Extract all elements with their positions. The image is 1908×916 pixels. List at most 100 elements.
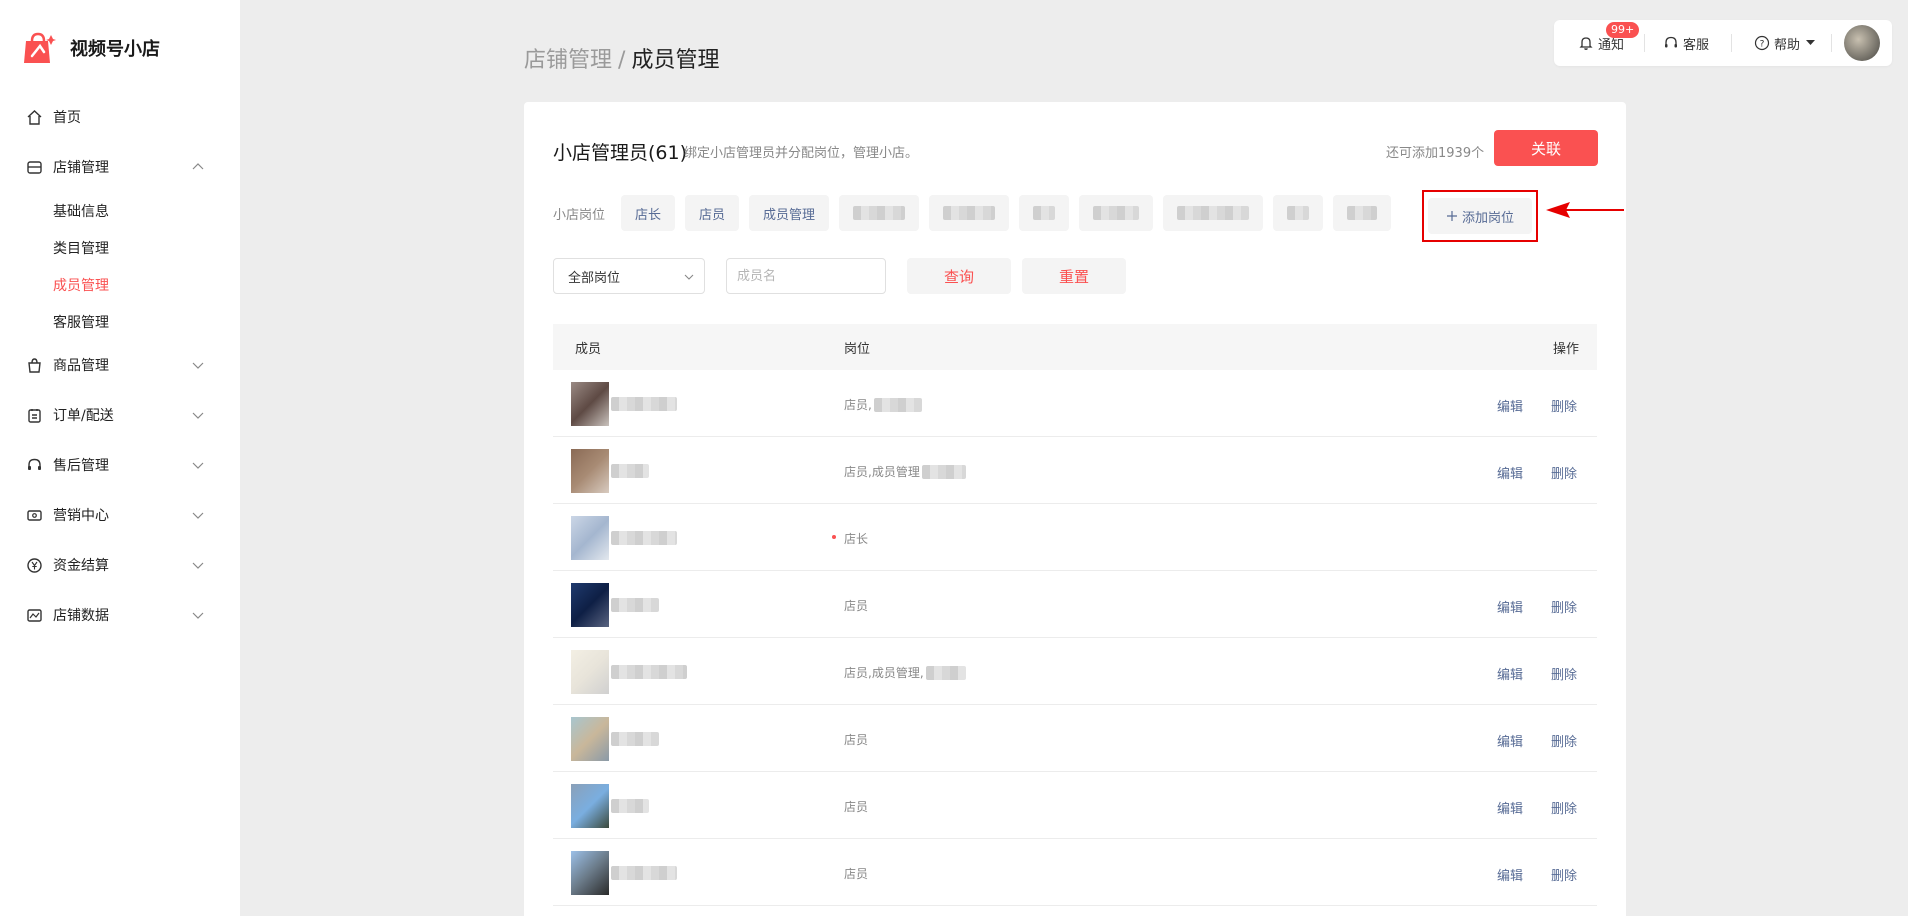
divider — [1644, 34, 1646, 52]
sidebar-item-after-sales[interactable]: 售后管理 — [0, 440, 240, 490]
add-position-button[interactable]: 添加岗位 — [1422, 190, 1538, 242]
sidebar-item-home[interactable]: 首页 — [0, 92, 240, 142]
sidebar-subitem-basic-info[interactable]: 基础信息 — [0, 192, 240, 229]
reset-button[interactable]: 重置 — [1022, 258, 1126, 294]
member-avatar — [571, 851, 609, 895]
position-tag-redacted[interactable] — [839, 195, 920, 231]
member-name-redacted — [611, 598, 659, 612]
position-tag-redacted[interactable] — [1333, 195, 1392, 231]
notification-button[interactable]: 通知 99+ — [1578, 21, 1640, 53]
position-tag-redacted[interactable] — [1019, 195, 1070, 231]
sidebar-item-label: 商品管理 — [53, 358, 109, 374]
table-row: 店员 编辑 删除 — [553, 571, 1597, 638]
sidebar-item-label: 资金结算 — [53, 558, 109, 574]
chevron-down-icon — [191, 408, 205, 422]
position-select[interactable]: 全部岗位 — [553, 258, 705, 294]
edit-button[interactable]: 编辑 — [1497, 463, 1523, 482]
remaining-count: 还可添加1939个 — [1386, 146, 1485, 161]
sidebar-item-store-data[interactable]: 店铺数据 — [0, 590, 240, 640]
ticket-icon — [25, 506, 43, 524]
page-subtitle: 绑定小店管理员并分配岗位，管理小店。 — [684, 146, 919, 161]
position-tag-redacted[interactable] — [1273, 195, 1324, 231]
member-position: 店员 — [844, 800, 869, 814]
delete-button[interactable]: 删除 — [1551, 396, 1577, 415]
notification-badge: 99+ — [1606, 21, 1640, 38]
position-tags: 小店岗位 店长 店员 成员管理 — [553, 195, 1401, 231]
position-tag-member-admin[interactable]: 成员管理 — [749, 195, 830, 231]
sidebar-item-label: 首页 — [53, 110, 81, 126]
page-title: 小店管理员(61) — [553, 142, 688, 164]
sidebar-item-orders[interactable]: 订单/配送 — [0, 390, 240, 440]
headset-icon — [25, 456, 43, 474]
help-label: 帮助 — [1774, 37, 1801, 53]
delete-button[interactable]: 删除 — [1551, 731, 1577, 750]
delete-button[interactable]: 删除 — [1551, 865, 1577, 884]
help-circle-icon: ? — [1754, 35, 1770, 51]
position-tag-manager[interactable]: 店长 — [621, 195, 676, 231]
delete-button[interactable]: 删除 — [1551, 798, 1577, 817]
member-avatar — [571, 717, 609, 761]
member-position: 店员 — [844, 867, 869, 881]
member-cell — [571, 650, 687, 694]
table-row: 店长 — [553, 504, 1597, 571]
chevron-down-icon — [191, 608, 205, 622]
sidebar-subitem-customer-service[interactable]: 客服管理 — [0, 303, 240, 340]
add-position-label: 添加岗位 — [1461, 210, 1514, 226]
breadcrumb-current: 成员管理 — [631, 48, 720, 73]
chevron-down-icon — [191, 508, 205, 522]
edit-button[interactable]: 编辑 — [1497, 597, 1523, 616]
position-tag-redacted[interactable] — [929, 195, 1010, 231]
member-cell — [571, 851, 677, 895]
sidebar-subitem-members[interactable]: 成员管理 — [0, 266, 240, 303]
sidebar-item-store-management[interactable]: 店铺管理 — [0, 142, 240, 192]
member-name-input[interactable] — [726, 258, 886, 294]
sidebar-item-label: 营销中心 — [53, 508, 109, 524]
app-logo[interactable]: 视频号小店 — [20, 30, 160, 66]
position-tag-clerk[interactable]: 店员 — [685, 195, 740, 231]
delete-button[interactable]: 删除 — [1551, 597, 1577, 616]
sidebar-item-marketing[interactable]: 营销中心 — [0, 490, 240, 540]
member-name-redacted — [611, 866, 677, 880]
member-cell — [571, 449, 649, 493]
sidebar-subitem-category[interactable]: 类目管理 — [0, 229, 240, 266]
edit-button[interactable]: 编辑 — [1497, 396, 1523, 415]
member-position: 店员,成员管理 — [844, 463, 966, 480]
position-tag-redacted[interactable] — [1163, 195, 1264, 231]
member-avatar — [571, 382, 609, 426]
edit-button[interactable]: 编辑 — [1497, 731, 1523, 750]
query-button[interactable]: 查询 — [907, 258, 1011, 294]
sidebar-item-label: 店铺管理 — [53, 160, 109, 176]
chart-icon — [25, 606, 43, 624]
position-tag-redacted[interactable] — [1079, 195, 1154, 231]
breadcrumb-parent[interactable]: 店铺管理 — [524, 48, 612, 73]
status-dot — [832, 535, 836, 539]
sidebar-item-products[interactable]: 商品管理 — [0, 340, 240, 390]
sidebar: 视频号小店 首页 店铺管理 基础信息 类目管理 成员管理 客服管理 商品管理 订… — [0, 0, 240, 916]
edit-button[interactable]: 编辑 — [1497, 798, 1523, 817]
annotation-arrow-icon — [1546, 198, 1624, 222]
member-avatar — [571, 650, 609, 694]
customer-service-label: 客服 — [1683, 37, 1710, 53]
sidebar-item-settlement[interactable]: 资金结算 — [0, 540, 240, 590]
help-button[interactable]: ? 帮助 — [1754, 34, 1816, 53]
member-name-redacted — [611, 732, 659, 746]
table-row: 店员,成员管理, 编辑 删除 — [553, 638, 1597, 705]
member-avatar — [571, 516, 609, 560]
table-header: 成员 岗位 操作 — [553, 324, 1597, 370]
member-avatar — [571, 784, 609, 828]
edit-button[interactable]: 编辑 — [1497, 865, 1523, 884]
divider — [1831, 34, 1833, 52]
edit-button[interactable]: 编辑 — [1497, 664, 1523, 683]
member-name-redacted — [611, 531, 677, 545]
table-row: 店员, 编辑 删除 — [553, 370, 1597, 437]
bell-icon — [1578, 35, 1594, 51]
customer-service-button[interactable]: 客服 — [1663, 34, 1709, 53]
delete-button[interactable]: 删除 — [1551, 463, 1577, 482]
member-cell — [571, 382, 677, 426]
user-avatar[interactable] — [1844, 25, 1881, 61]
delete-button[interactable]: 删除 — [1551, 664, 1577, 683]
app-name: 视频号小店 — [70, 39, 160, 60]
link-member-button[interactable]: 关联 — [1494, 130, 1598, 166]
member-name-redacted — [611, 464, 649, 478]
member-avatar — [571, 449, 609, 493]
